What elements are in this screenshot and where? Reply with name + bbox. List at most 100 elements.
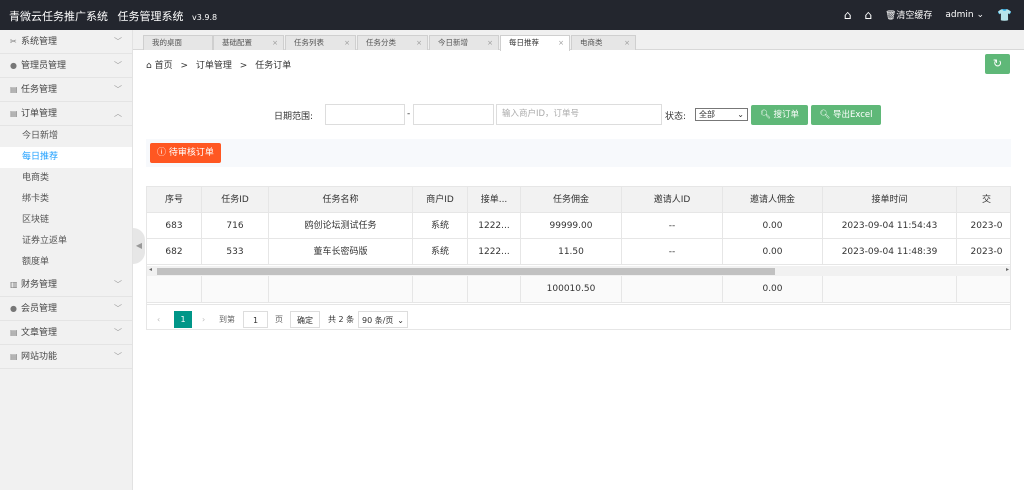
sidebar-item[interactable]: ▥ 财务管理 ﹀ bbox=[0, 273, 132, 297]
sidebar-item[interactable]: ▤ 文章管理 ﹀ bbox=[0, 321, 132, 345]
page-unit-label: 页 bbox=[275, 315, 283, 324]
menu-icon: ▥ bbox=[10, 280, 18, 289]
sidebar-subitem[interactable]: 今日新增 bbox=[0, 126, 132, 147]
tab[interactable]: 基础配置 × bbox=[213, 35, 284, 50]
tab[interactable]: 电商类 × bbox=[571, 35, 636, 50]
status-select[interactable]: 全部 ⌄ bbox=[695, 108, 748, 121]
tab[interactable]: 每日推荐 × bbox=[500, 35, 570, 51]
sidebar-subitem[interactable]: 额度单 bbox=[0, 252, 132, 273]
chevron-down-icon: ﹀ bbox=[114, 328, 122, 337]
export-excel-button[interactable]: 🔍︎ 导出Excel bbox=[811, 105, 881, 125]
sidebar-item[interactable]: ● 会员管理 ﹀ bbox=[0, 297, 132, 321]
app-title: 任务管理系统 bbox=[117, 10, 184, 23]
sidebar-item[interactable]: ✂ 系统管理 ﹀ bbox=[0, 30, 132, 54]
search-input[interactable]: 输入商户ID，订单号 bbox=[496, 104, 662, 125]
sidebar-subitem[interactable]: 区块链 bbox=[0, 210, 132, 231]
column-header[interactable]: 邀请人佣金 bbox=[723, 187, 823, 213]
sidebar-collapse-toggle[interactable]: ◀ bbox=[133, 228, 145, 264]
date-start-input[interactable] bbox=[325, 104, 405, 125]
total-count: 共 2 条 bbox=[328, 315, 355, 324]
filter-bar: 日期范围: - 输入商户ID，订单号 状态: 全部 ⌄ 🔍︎ 搜订单 🔍︎ 导出E… bbox=[0, 104, 1024, 126]
pending-orders-button[interactable]: ⓘ 待审核订单 bbox=[150, 143, 221, 163]
sidebar-item[interactable]: ▤ 网站功能 ﹀ bbox=[0, 345, 132, 369]
close-icon[interactable]: × bbox=[344, 36, 350, 50]
column-header[interactable]: 序号 bbox=[147, 187, 202, 213]
goto-confirm-button[interactable]: 确定 bbox=[290, 311, 320, 328]
sidebar-subitem[interactable]: 每日推荐 bbox=[0, 147, 132, 168]
sidebar-subitem[interactable]: 证券立返单 bbox=[0, 231, 132, 252]
date-end-input[interactable] bbox=[413, 104, 494, 125]
chevron-down-icon: ⌄ bbox=[737, 110, 744, 119]
breadcrumb-section[interactable]: 订单管理 bbox=[196, 61, 232, 71]
chevron-down-icon: ﹀ bbox=[114, 37, 122, 46]
user-menu[interactable]: admin ⌄ bbox=[945, 10, 984, 20]
tab[interactable]: 今日新增 × bbox=[429, 35, 499, 50]
column-header[interactable]: 商户ID bbox=[413, 187, 468, 213]
totals-cell bbox=[413, 276, 468, 302]
breadcrumb-home[interactable]: 首页 bbox=[155, 61, 173, 71]
sidebar-item-label: 管理员管理 bbox=[21, 61, 67, 71]
home-alt-icon[interactable]: ⌂ bbox=[864, 9, 872, 21]
search-icon: 🔍︎ bbox=[759, 110, 771, 120]
orders-table: 序号 任务ID 任务名称 商户ID 接单... 任务佣金 邀请人ID 邀请人佣金 接单时间交 68… bbox=[146, 186, 1011, 330]
tab-label: 任务列表 bbox=[294, 38, 324, 47]
close-icon[interactable]: × bbox=[624, 36, 630, 50]
totals-cell bbox=[622, 276, 723, 302]
sidebar-item-label: 文章管理 bbox=[21, 328, 58, 338]
prev-page-icon[interactable]: ‹ bbox=[157, 311, 160, 328]
sidebar-item[interactable]: ▤ 任务管理 ﹀ bbox=[0, 78, 132, 102]
column-header[interactable]: 邀请人ID bbox=[622, 187, 723, 213]
goto-page-input[interactable]: 1 bbox=[243, 311, 268, 328]
tab-bar: 我的桌面 基础配置 × 任务列表 × 任务分类 × 今日新增 × 每日推荐 × 电商类 × bbox=[133, 30, 1024, 51]
close-icon[interactable]: × bbox=[272, 36, 278, 50]
table-cell: 0.00 bbox=[723, 239, 823, 265]
column-header[interactable]: 交 bbox=[957, 187, 1010, 213]
tab[interactable]: 任务分类 × bbox=[357, 35, 428, 50]
column-header[interactable]: 接单... bbox=[468, 187, 521, 213]
close-icon[interactable]: × bbox=[558, 36, 564, 50]
info-circle-icon: ⓘ bbox=[157, 148, 167, 158]
table-cell: 682 bbox=[147, 239, 202, 265]
column-header[interactable]: 任务名称 bbox=[269, 187, 413, 213]
chevron-down-icon: ⌄ bbox=[976, 9, 985, 20]
sidebar-item[interactable]: ● 管理员管理 ﹀ bbox=[0, 54, 132, 78]
page-number-current[interactable]: 1 bbox=[174, 311, 192, 328]
sidebar-subitem[interactable]: 电商类 bbox=[0, 168, 132, 189]
tab[interactable]: 我的桌面 bbox=[143, 35, 213, 50]
scroll-right-icon[interactable]: ▸ bbox=[1006, 266, 1009, 273]
menu-icon: ▤ bbox=[10, 85, 18, 94]
totals-cell: 100010.50 bbox=[521, 276, 622, 302]
clear-cache-button[interactable]: 🗑清空缓存 bbox=[885, 8, 932, 21]
table-cell: 1222... bbox=[468, 239, 521, 265]
username: admin bbox=[945, 9, 974, 20]
pagination: ‹ 1 › 到第 1 页 确定 共 2 条 90 条/页 ⌄ bbox=[147, 304, 1010, 329]
theme-shirt-icon[interactable]: 👕 bbox=[997, 9, 1012, 21]
totals-row: 100010.50 0.00 bbox=[147, 276, 1010, 303]
column-header[interactable]: 接单时间 bbox=[823, 187, 957, 213]
horizontal-scrollbar[interactable]: ◂ ▸ bbox=[147, 266, 1010, 276]
next-page-icon[interactable]: › bbox=[202, 311, 205, 328]
column-header[interactable]: 任务ID bbox=[202, 187, 269, 213]
sidebar-item-label: 会员管理 bbox=[21, 304, 58, 314]
pending-orders-label: 待审核订单 bbox=[168, 148, 214, 158]
table-cell: 董车长密码版 bbox=[269, 239, 413, 265]
trash-icon: 🗑 bbox=[884, 11, 897, 21]
tab[interactable]: 任务列表 × bbox=[285, 35, 356, 50]
close-icon[interactable]: × bbox=[487, 36, 493, 50]
tab-label: 任务分类 bbox=[366, 38, 396, 47]
version-label: v3.9.8 bbox=[192, 13, 218, 22]
table-cell: -- bbox=[622, 239, 723, 265]
breadcrumb-sep: > bbox=[180, 61, 189, 71]
home-icon[interactable]: ⌂ bbox=[844, 9, 852, 21]
page-size-select[interactable]: 90 条/页 ⌄ bbox=[358, 311, 408, 328]
sidebar-subitem[interactable]: 绑卡类 bbox=[0, 189, 132, 210]
refresh-button[interactable]: ↻ bbox=[985, 54, 1010, 74]
scrollbar-thumb[interactable] bbox=[157, 268, 775, 275]
top-bar: 青微云任务推广系统 任务管理系统 v3.9.8 ⌂ ⌂ 🗑清空缓存 admin … bbox=[0, 0, 1024, 30]
tab-label: 基础配置 bbox=[222, 38, 252, 47]
column-header[interactable]: 任务佣金 bbox=[521, 187, 622, 213]
scroll-left-icon[interactable]: ◂ bbox=[149, 266, 152, 273]
close-icon[interactable]: × bbox=[416, 36, 422, 50]
table-row: 682 533 董车长密码版 系统 1222... 11.50 -- 0.00 2023-09-… bbox=[147, 239, 1010, 265]
search-orders-button[interactable]: 🔍︎ 搜订单 bbox=[751, 105, 808, 125]
